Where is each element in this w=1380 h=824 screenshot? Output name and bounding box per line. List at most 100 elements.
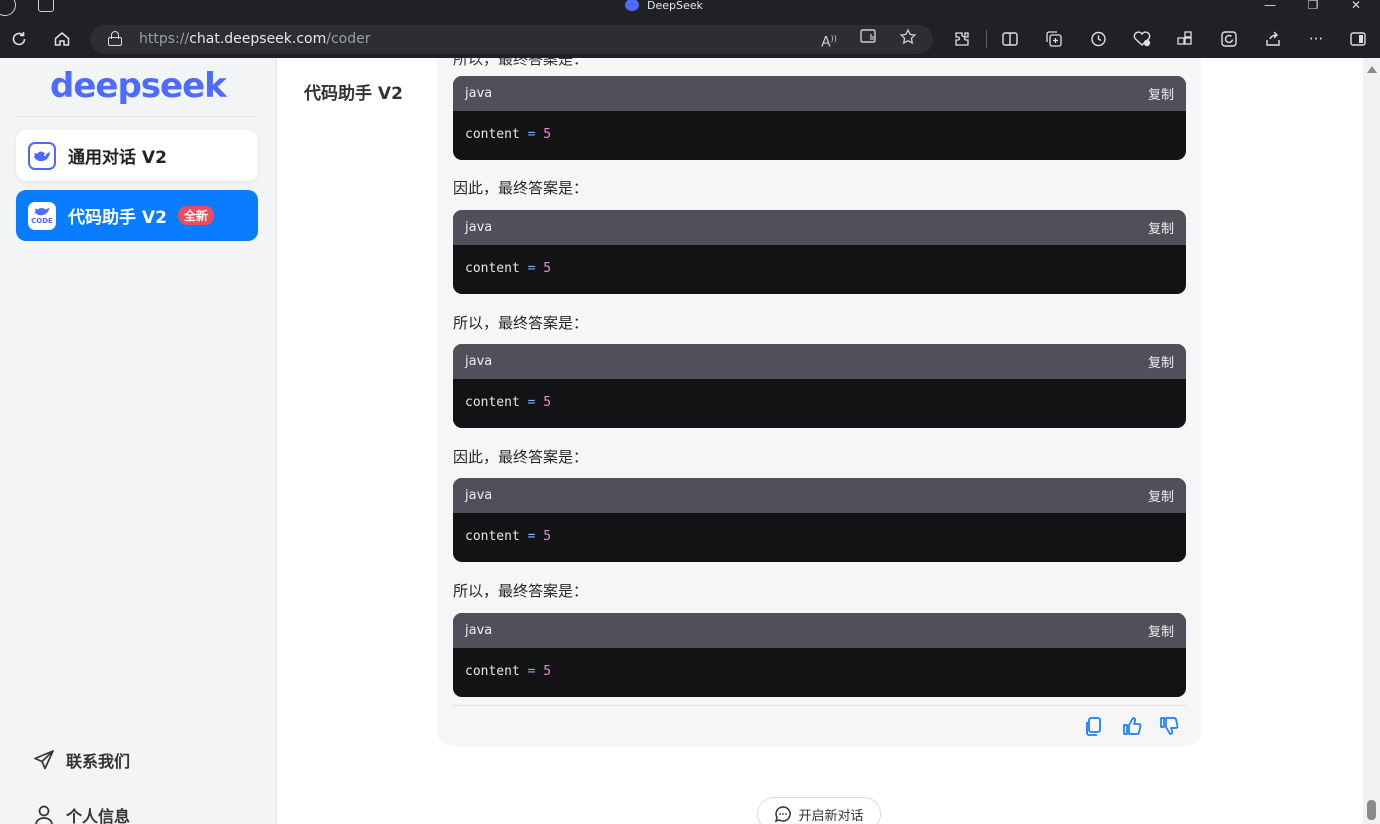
code-block: java 复制 content = 5: [453, 613, 1186, 697]
copy-code-button[interactable]: 复制: [1148, 218, 1174, 237]
message-actions-divider: [453, 705, 1186, 706]
read-aloud-icon[interactable]: A)): [817, 28, 841, 51]
code-block: java 复制 content = 5: [453, 210, 1186, 294]
thumbs-up-icon[interactable]: [1120, 714, 1144, 738]
message-text: 所以，最终答案是：: [453, 314, 589, 332]
collections-icon[interactable]: [1041, 27, 1067, 51]
code-block-header: java 复制: [453, 613, 1186, 648]
user-icon: [32, 803, 56, 824]
code-token: =: [527, 395, 536, 410]
thumbs-down-icon[interactable]: [1157, 714, 1181, 738]
code-token: =: [527, 664, 536, 679]
profile-link[interactable]: 个人信息: [32, 803, 130, 824]
code-token: 5: [543, 127, 552, 142]
code-block: java 复制 content = 5: [453, 478, 1186, 562]
close-button[interactable]: ✕: [1333, 0, 1379, 14]
code-token: content: [465, 395, 520, 410]
refresh-icon[interactable]: [6, 27, 32, 51]
code-content: content = 5: [453, 111, 1186, 158]
performance-heart-icon[interactable]: [1129, 27, 1155, 51]
toolbar-divider: [986, 30, 987, 48]
code-block-header: java 复制: [453, 344, 1186, 379]
copy-code-button[interactable]: 复制: [1148, 352, 1174, 371]
code-content: content = 5: [453, 648, 1186, 695]
code-token: content: [465, 664, 520, 679]
code-token: 5: [543, 395, 552, 410]
profile-icon[interactable]: [0, 0, 16, 16]
code-block: java 复制 content = 5: [453, 76, 1186, 160]
new-chat-label: 开启新对话: [798, 808, 864, 824]
sidebar: deepseek 通用对话 V2 CODE 代码助手 V2 全新 联系我们 个人…: [0, 58, 277, 824]
copy-code-button[interactable]: 复制: [1148, 621, 1174, 640]
minimize-button[interactable]: —: [1247, 0, 1293, 14]
code-token: =: [527, 127, 536, 142]
page-scrollbar[interactable]: [1363, 58, 1380, 824]
history-icon[interactable]: [1085, 27, 1111, 51]
send-icon: [32, 748, 56, 772]
code-token: 5: [543, 529, 552, 544]
sidebar-item-label: 通用对话 V2: [68, 148, 167, 168]
code-language: java: [465, 354, 493, 369]
whale-icon: [28, 141, 56, 170]
code-block-header: java 复制: [453, 76, 1186, 111]
share-icon[interactable]: [1260, 27, 1286, 51]
more-menu-icon[interactable]: ···: [1303, 27, 1329, 51]
window-titlebar: DeepSeek — ❐ ✕: [0, 0, 1380, 20]
contact-us-link[interactable]: 联系我们: [32, 748, 130, 772]
sidebar-toggle-icon[interactable]: [1345, 27, 1371, 51]
code-language: java: [465, 623, 493, 638]
code-language: java: [465, 220, 493, 235]
home-icon[interactable]: [49, 27, 75, 51]
apps-icon[interactable]: [1172, 27, 1198, 51]
extensions-icon[interactable]: [949, 27, 975, 51]
window-title-text: DeepSeek: [647, 0, 703, 12]
copy-code-button[interactable]: 复制: [1148, 84, 1174, 103]
code-content: content = 5: [453, 513, 1186, 560]
code-token: content: [465, 261, 520, 276]
scroll-up-arrow-icon[interactable]: [1367, 66, 1377, 73]
copy-code-button[interactable]: 复制: [1148, 486, 1174, 505]
copy-icon[interactable]: [1082, 714, 1106, 738]
code-token: 5: [543, 664, 552, 679]
code-content: content = 5: [453, 245, 1186, 292]
url-path: /coder: [326, 31, 371, 47]
url-text[interactable]: https://chat.deepseek.com/coder: [139, 25, 371, 54]
chat-bubble-icon: [775, 806, 792, 823]
code-token: =: [527, 261, 536, 276]
code-token: 5: [543, 261, 552, 276]
new-badge: 全新: [177, 206, 214, 225]
edge-browser-essentials-icon[interactable]: [1216, 27, 1242, 51]
message-text: 所以，最终答案是：: [453, 582, 589, 600]
address-bar[interactable]: https://chat.deepseek.com/coder A)): [90, 25, 933, 54]
code-content: content = 5: [453, 379, 1186, 426]
code-token: content: [465, 127, 520, 142]
window-title: DeepSeek: [625, 0, 703, 20]
message-text: 因此，最终答案是：: [453, 448, 589, 466]
scrollbar-thumb[interactable]: [1367, 800, 1376, 820]
code-whale-icon: CODE: [28, 201, 56, 230]
lock-icon[interactable]: [108, 31, 122, 46]
page-title: 代码助手 V2: [304, 84, 403, 104]
message-text-partial: 所以，最终答案是：: [453, 58, 589, 68]
immersive-reader-icon[interactable]: [857, 28, 881, 50]
code-block-header: java 复制: [453, 210, 1186, 245]
code-icon-text: CODE: [31, 217, 53, 225]
code-language: java: [465, 488, 493, 503]
browser-toolbar: https://chat.deepseek.com/coder A)) ···: [0, 20, 1380, 58]
sidebar-divider: [16, 116, 258, 117]
workspaces-icon[interactable]: [38, 0, 54, 12]
code-block-header: java 复制: [453, 478, 1186, 513]
split-screen-icon[interactable]: [997, 27, 1023, 51]
sidebar-item-label: 代码助手 V2: [68, 208, 167, 228]
deepseek-logo[interactable]: deepseek: [50, 66, 227, 106]
sidebar-item-code-assistant[interactable]: CODE 代码助手 V2 全新: [16, 190, 258, 241]
sidebar-item-general-chat[interactable]: 通用对话 V2: [16, 130, 258, 181]
deepseek-favicon-icon: [625, 0, 639, 11]
new-chat-button[interactable]: 开启新对话: [757, 797, 881, 824]
favorite-star-icon[interactable]: [896, 28, 920, 50]
chat-main: 代码助手 V2 所以，最终答案是： java 复制 content = 5 因此…: [277, 58, 1363, 824]
profile-label: 个人信息: [66, 807, 131, 824]
maximize-button[interactable]: ❐: [1290, 0, 1336, 14]
url-protocol: https://: [139, 31, 190, 47]
code-block: java 复制 content = 5: [453, 344, 1186, 428]
